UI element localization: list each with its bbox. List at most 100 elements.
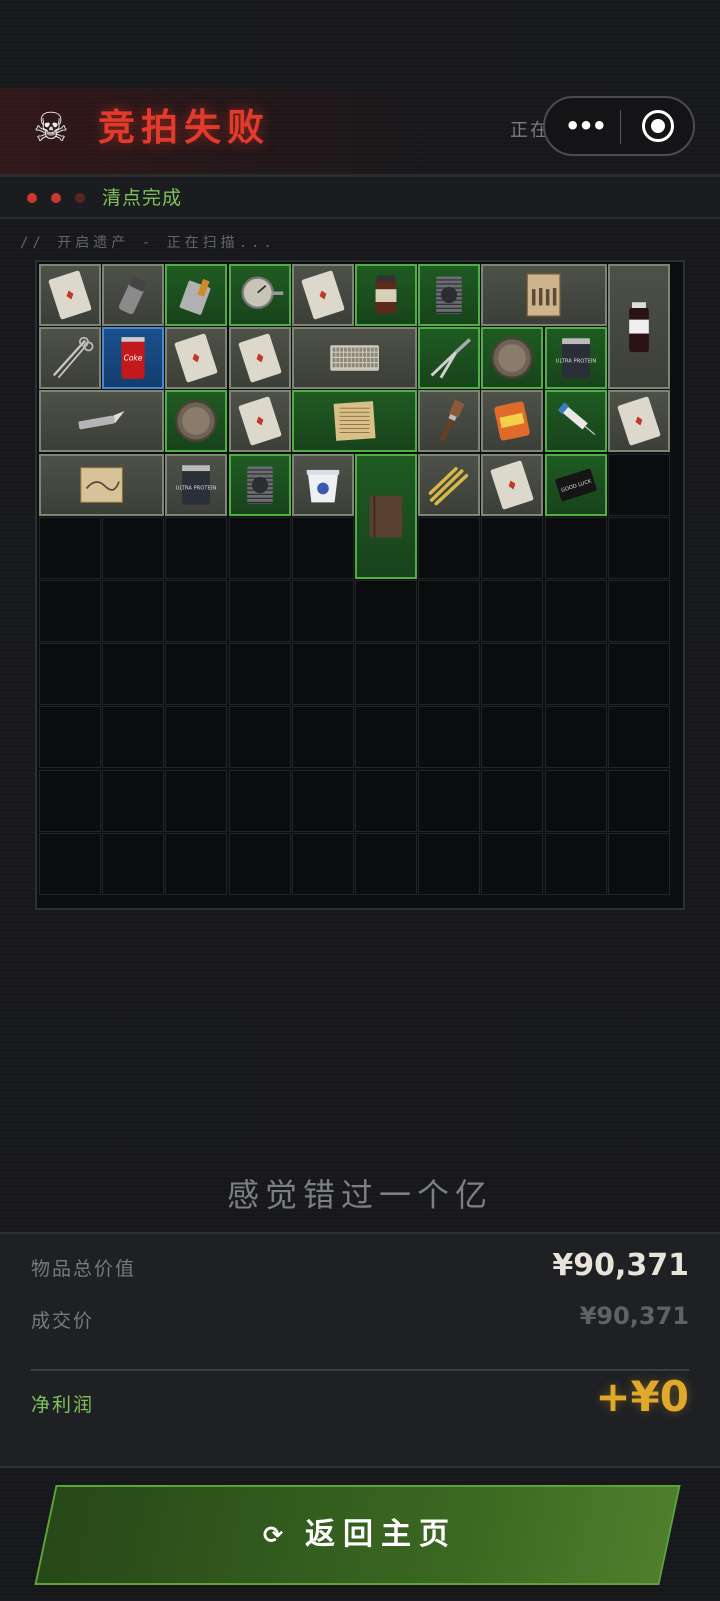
tagline: 感觉错过一个亿: [226, 1176, 493, 1214]
item-coffee-jar[interactable]: [355, 264, 417, 326]
inventory-grid: ♦ ♦ Coke ♦ ♦ ULTRA PROTEIN ♦ ♦ ULTRA PROTEIN ♦ GOO…: [35, 260, 685, 910]
tub-icon: ULTRA PROTEIN: [176, 464, 217, 505]
jar-icon: [375, 275, 397, 314]
inventory-slot: [418, 706, 481, 769]
item-snack-bag[interactable]: [481, 390, 544, 453]
item-playing-card[interactable]: ♦: [228, 390, 291, 453]
status-row: 清点完成: [0, 177, 720, 217]
inventory-slot: [39, 643, 101, 706]
inventory-slot: [165, 580, 228, 642]
inventory-slot: [102, 516, 165, 579]
item-playing-card[interactable]: ♦: [165, 327, 228, 390]
inventory-slot: [481, 516, 544, 579]
cup-icon: [306, 469, 340, 502]
inventory-slot: [228, 832, 291, 895]
card-icon: ♦: [491, 460, 534, 509]
inventory-slot: [102, 580, 165, 642]
total-value-label: 物品总价值: [31, 1258, 137, 1280]
inventory-slot: [291, 832, 354, 895]
deal-price-label: 成交价: [31, 1310, 95, 1332]
item-cola-can[interactable]: Coke: [102, 327, 165, 390]
inventory-slot: [355, 643, 417, 706]
bottle-icon: [628, 302, 649, 353]
more-dots-icon[interactable]: •••: [565, 112, 607, 140]
syringe-icon: [557, 402, 595, 436]
item-leather-notebook[interactable]: [355, 453, 417, 579]
inventory-slot: [228, 580, 291, 642]
inventory-slot: [291, 516, 354, 579]
documents-icon: [333, 401, 376, 442]
item-paint-brush[interactable]: [418, 390, 481, 453]
inventory-slot: [418, 769, 481, 832]
inventory-slot: [39, 706, 101, 769]
item-playing-card[interactable]: ♦: [481, 453, 544, 516]
inventory-slot: [481, 706, 544, 769]
refresh-icon: ⟳: [262, 1521, 292, 1549]
inventory-slot: [228, 643, 291, 706]
inventory-slot: [481, 769, 544, 832]
item-old-documents[interactable]: [291, 390, 417, 453]
net-profit-label: 净利润: [31, 1394, 95, 1416]
inventory-slot: [607, 832, 670, 895]
card-icon: ♦: [238, 333, 281, 383]
item-syringe[interactable]: [544, 390, 607, 453]
card-icon: ♦: [175, 333, 218, 383]
item-cpu-cooler[interactable]: [228, 453, 291, 516]
inventory-slot: [102, 832, 165, 895]
item-playing-card[interactable]: ♦: [291, 264, 354, 326]
knife-icon: [78, 411, 125, 430]
summary-panel: 物品总价值 ¥90,371 成交价 ¥90,371 净利润 +¥0: [0, 1232, 720, 1468]
item-pliers[interactable]: [418, 327, 481, 390]
inventory-slot: [165, 706, 228, 769]
item-utility-knife[interactable]: [39, 390, 165, 453]
inventory-slot: [165, 832, 228, 895]
item-cpu-cooler[interactable]: [418, 264, 481, 326]
inventory-slot: [39, 832, 101, 895]
cooler-icon: [246, 466, 273, 504]
item-yogurt-cup[interactable]: [291, 453, 354, 516]
inventory-slot: [165, 516, 228, 579]
item-fries[interactable]: [418, 453, 481, 516]
item-medicine-bottle[interactable]: [607, 264, 670, 390]
item-pressure-gauge[interactable]: [228, 264, 291, 326]
item-good-luck-card[interactable]: GOOD LUCK: [544, 453, 607, 516]
status-text: 清点完成: [102, 187, 183, 209]
scissors-icon: [52, 337, 94, 379]
item-protein-tub[interactable]: ULTRA PROTEIN: [165, 453, 228, 516]
skull-icon: ☠: [33, 105, 69, 151]
item-scissors[interactable]: [39, 327, 101, 390]
summary-divider: [31, 1369, 689, 1371]
inventory-slot: [102, 769, 165, 832]
snack-icon: [494, 401, 531, 441]
target-close-icon[interactable]: [642, 110, 674, 142]
item-playing-card[interactable]: ♦: [39, 264, 101, 326]
status-dot: [75, 193, 85, 203]
inventory-slot: [418, 643, 481, 706]
item-grinder[interactable]: [102, 264, 165, 326]
inventory-slot: [418, 580, 481, 642]
inventory-slot: [355, 580, 417, 642]
return-home-text: 返回主页: [305, 1517, 458, 1552]
item-protein-tub[interactable]: ULTRA PROTEIN: [544, 327, 607, 390]
item-lighter[interactable]: [165, 264, 228, 326]
item-coin[interactable]: [165, 390, 228, 453]
inventory-slot: [481, 832, 544, 895]
inventory-slot: [228, 706, 291, 769]
item-coin[interactable]: [481, 327, 544, 390]
scan-line: // 开启遗产 - 正在扫描...: [20, 235, 276, 251]
item-playing-card[interactable]: ♦: [607, 390, 670, 453]
net-profit-value: +¥0: [595, 1372, 689, 1421]
item-old-photo[interactable]: [481, 264, 607, 326]
fries-icon: [428, 466, 469, 505]
card-icon: ♦: [238, 397, 281, 446]
item-keyboard[interactable]: [291, 327, 417, 390]
inventory-slot: [481, 643, 544, 706]
inventory-slot: [355, 832, 417, 895]
inventory-slot: [544, 769, 607, 832]
cooler-icon: [436, 276, 462, 314]
item-playing-card[interactable]: ♦: [228, 327, 291, 390]
item-treasure-map[interactable]: [39, 453, 165, 516]
inventory-slot: [544, 706, 607, 769]
inventory-slot: [165, 769, 228, 832]
notebook-icon: [369, 495, 403, 538]
